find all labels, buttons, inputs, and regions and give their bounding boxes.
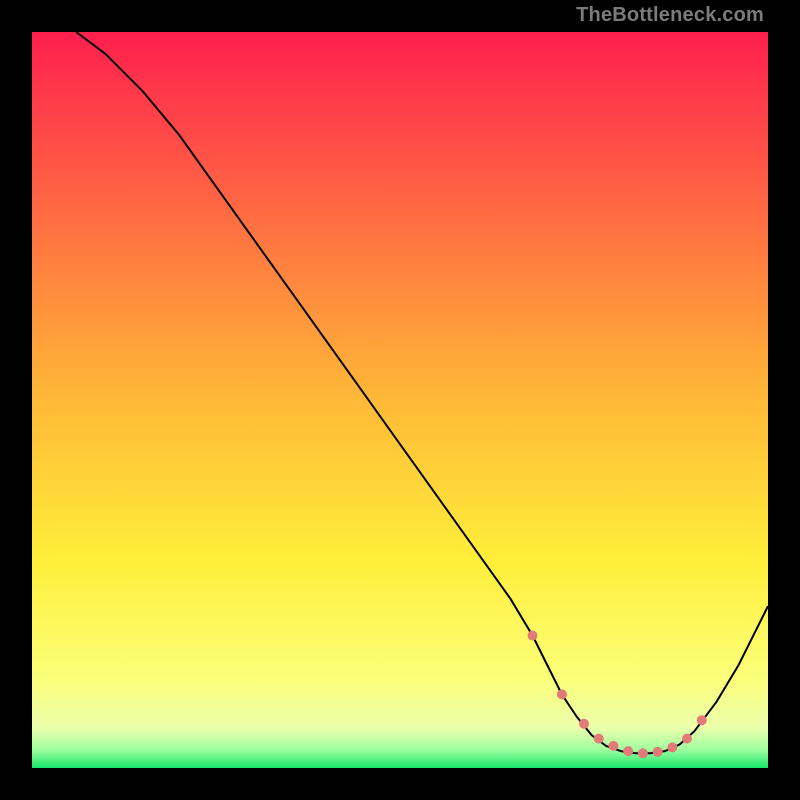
- chart-frame: [32, 32, 768, 768]
- bottleneck-chart: [32, 32, 768, 768]
- highlight-dot: [557, 689, 567, 699]
- chart-background: [32, 32, 768, 768]
- highlight-dot: [653, 747, 663, 757]
- highlight-dot: [579, 719, 589, 729]
- highlight-dot: [638, 748, 648, 758]
- highlight-dot: [623, 746, 633, 756]
- watermark-text: TheBottleneck.com: [576, 4, 764, 27]
- highlight-dot: [697, 715, 707, 725]
- highlight-dot: [682, 734, 692, 744]
- highlight-dot: [528, 631, 538, 641]
- highlight-dot: [667, 742, 677, 752]
- highlight-dot: [608, 741, 618, 751]
- highlight-dot: [594, 734, 604, 744]
